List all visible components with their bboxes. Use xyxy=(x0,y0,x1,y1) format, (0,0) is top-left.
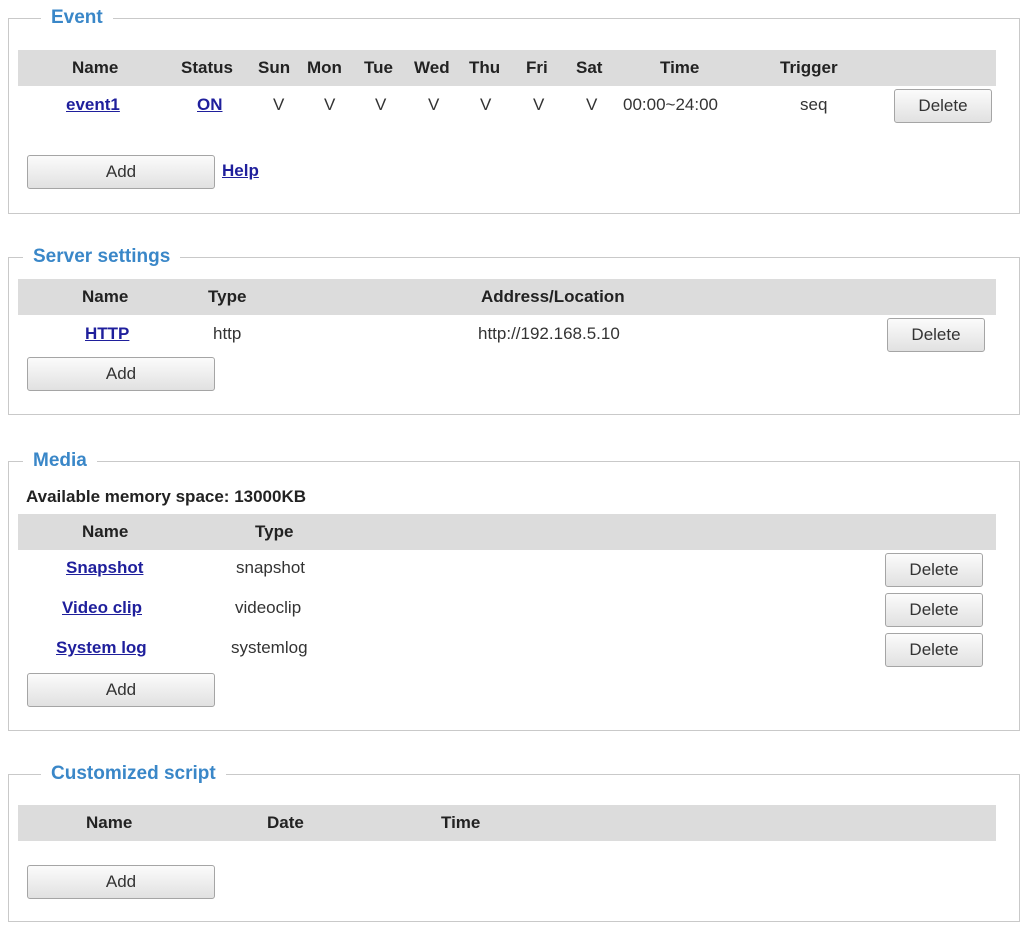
script-legend: Customized script xyxy=(41,762,226,786)
server-delete-button[interactable]: Delete xyxy=(887,318,985,352)
media-snapshot-link[interactable]: Snapshot xyxy=(66,556,143,580)
script-add-button[interactable]: Add xyxy=(27,865,215,899)
event-help-link[interactable]: Help xyxy=(222,159,259,183)
server-type: http xyxy=(213,324,242,343)
event-delete-button[interactable]: Delete xyxy=(894,89,992,123)
event-day-wed: V xyxy=(428,95,440,114)
media-add-button[interactable]: Add xyxy=(27,673,215,707)
script-col-date: Date xyxy=(267,813,304,832)
server-col-name: Name xyxy=(82,287,129,306)
script-col-name: Name xyxy=(86,813,133,832)
event-col-thu: Thu xyxy=(469,58,501,77)
event-time: 00:00~24:00 xyxy=(623,95,719,114)
event-col-fri: Fri xyxy=(526,58,548,77)
media-legend: Media xyxy=(23,449,97,473)
event-col-tue: Tue xyxy=(364,58,393,77)
event-col-sat: Sat xyxy=(576,58,603,77)
event-col-sun: Sun xyxy=(258,58,291,77)
event-day-sat: V xyxy=(586,95,598,114)
event-col-mon: Mon xyxy=(307,58,342,77)
event-day-mon: V xyxy=(324,95,336,114)
event-status-link[interactable]: ON xyxy=(197,93,223,117)
event-col-name: Name xyxy=(72,58,119,77)
event-col-time: Time xyxy=(660,58,700,77)
event-col-wed: Wed xyxy=(414,58,450,77)
media-col-name: Name xyxy=(82,522,129,541)
event-table-header xyxy=(18,50,996,86)
media-memory-text: Available memory space: 13000KB xyxy=(26,487,307,506)
media-videoclip-link[interactable]: Video clip xyxy=(62,596,142,620)
media-col-type: Type xyxy=(255,522,294,541)
server-legend: Server settings xyxy=(23,245,181,269)
event-add-button[interactable]: Add xyxy=(27,155,215,189)
event-trigger: seq xyxy=(800,95,828,114)
event-day-thu: V xyxy=(480,95,492,114)
media-table-header xyxy=(18,514,996,550)
server-col-type: Type xyxy=(208,287,247,306)
event-day-fri: V xyxy=(533,95,545,114)
server-col-address: Address/Location xyxy=(481,287,625,306)
media-videoclip-delete-button[interactable]: Delete xyxy=(885,593,983,627)
event-col-trigger: Trigger xyxy=(780,58,838,77)
event-day-tue: V xyxy=(375,95,387,114)
media-snapshot-type: snapshot xyxy=(236,558,305,577)
event-day-sun: V xyxy=(273,95,285,114)
media-systemlog-type: systemlog xyxy=(231,638,308,657)
media-snapshot-delete-button[interactable]: Delete xyxy=(885,553,983,587)
script-col-time: Time xyxy=(441,813,481,832)
event-legend: Event xyxy=(41,6,113,30)
event-col-status: Status xyxy=(181,58,233,77)
script-section: Customized script xyxy=(8,762,1020,922)
media-systemlog-link[interactable]: System log xyxy=(56,636,147,660)
script-table-header xyxy=(18,805,996,841)
server-add-button[interactable]: Add xyxy=(27,357,215,391)
event-name-link[interactable]: event1 xyxy=(66,93,120,117)
media-systemlog-delete-button[interactable]: Delete xyxy=(885,633,983,667)
media-videoclip-type: videoclip xyxy=(235,598,302,617)
server-address: http://192.168.5.10 xyxy=(478,324,620,343)
server-name-link[interactable]: HTTP xyxy=(85,322,129,346)
